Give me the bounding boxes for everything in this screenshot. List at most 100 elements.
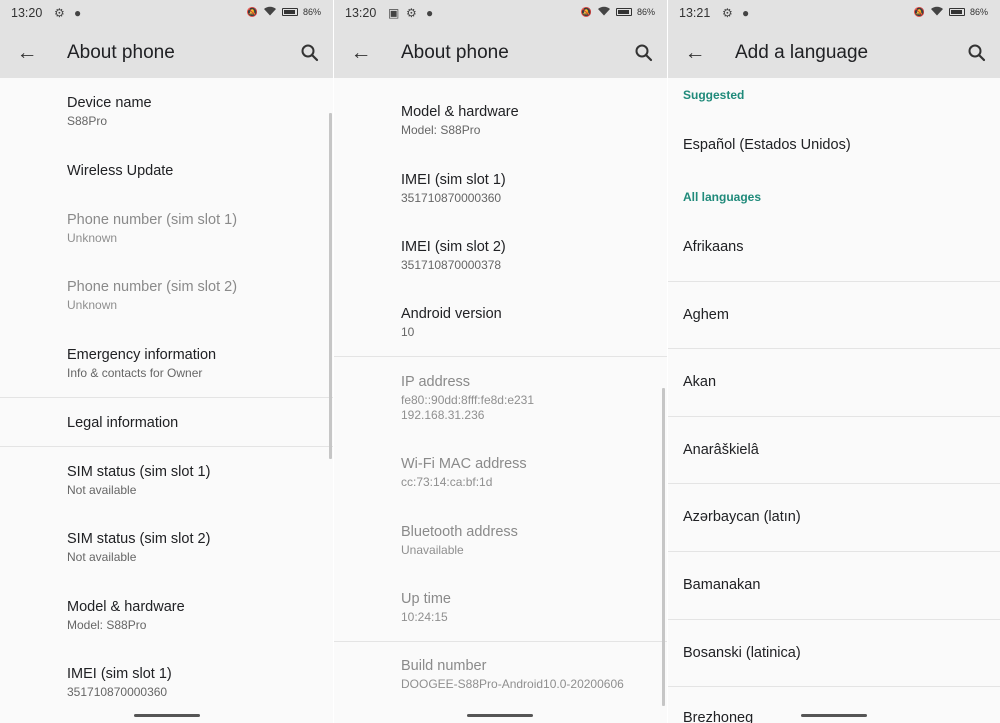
battery-percent: 86% — [636, 7, 655, 17]
up-time-item[interactable]: Up time 10:24:15 — [401, 590, 659, 625]
about-phone-screen-2: 13:20 ▣ ⚙ ● 🔕 86% ← About phone Model & … — [334, 0, 667, 723]
item-title: Up time — [401, 591, 451, 607]
language-item-suggested[interactable]: Español (Estados Unidos) — [683, 137, 851, 153]
gesture-handle[interactable] — [467, 714, 533, 717]
model-hardware-item[interactable]: Model & hardware Model: S88Pro — [401, 103, 659, 138]
imei-sim1-item[interactable]: IMEI (sim slot 1) 351710870000360 — [401, 171, 659, 206]
item-summary: fe80::90dd:8fff:fe8d:e231 — [401, 393, 535, 407]
language-item[interactable]: Brezhoneg — [683, 710, 753, 723]
image-icon: ▣ — [388, 6, 400, 20]
language-item[interactable]: Afrikaans — [683, 239, 743, 255]
battery-icon — [615, 8, 632, 16]
legal-information-item[interactable]: Legal information — [67, 414, 325, 432]
item-summary: 10 — [401, 325, 415, 339]
gesture-handle[interactable] — [134, 714, 200, 717]
item-summary: Model: S88Pro — [401, 123, 481, 137]
divider — [0, 446, 333, 447]
build-number-item[interactable]: Build number DOOGEE-S88Pro-Android10.0-2… — [401, 657, 659, 692]
alarm-off-icon: 🔕 — [913, 6, 925, 17]
sim-status-sim2-item[interactable]: SIM status (sim slot 2) Not available — [67, 530, 325, 565]
settings-gear-icon: ⚙ — [722, 6, 733, 20]
item-title: SIM status (sim slot 2) — [67, 531, 211, 547]
item-title: Model & hardware — [401, 104, 519, 120]
search-icon[interactable] — [297, 40, 323, 66]
language-item[interactable]: Bamanakan — [683, 577, 760, 593]
wireless-update-item[interactable]: Wireless Update — [67, 162, 325, 180]
phone-number-sim2-item[interactable]: Phone number (sim slot 2) Unknown — [67, 278, 325, 313]
item-title: Wi-Fi MAC address — [401, 456, 527, 472]
item-title: Wireless Update — [67, 163, 174, 179]
gesture-handle[interactable] — [801, 714, 867, 717]
back-arrow-icon[interactable]: ← — [682, 40, 708, 66]
sim-status-sim1-item[interactable]: SIM status (sim slot 1) Not available — [67, 463, 325, 498]
item-title: IMEI (sim slot 1) — [401, 172, 506, 188]
item-title: Bluetooth address — [401, 524, 518, 540]
wifi-mac-address-item[interactable]: Wi-Fi MAC address cc:73:14:ca:bf:1d — [401, 455, 659, 490]
item-summary: Info & contacts for Owner — [67, 366, 203, 380]
item-summary: 351710870000378 — [401, 258, 502, 272]
item-title: Device name — [67, 95, 152, 111]
language-item[interactable]: Aghem — [683, 307, 729, 323]
item-summary: 351710870000360 — [67, 685, 168, 699]
item-title: Legal information — [67, 415, 179, 431]
back-arrow-icon[interactable]: ← — [14, 40, 40, 66]
notification-dot-icon: ● — [74, 6, 82, 20]
status-time: 13:21 — [679, 6, 711, 20]
language-item[interactable]: Akan — [683, 374, 716, 390]
imei-sim1-item[interactable]: IMEI (sim slot 1) 351710870000360 — [67, 665, 325, 700]
battery-icon — [281, 8, 298, 16]
divider — [668, 551, 1000, 552]
scrollbar[interactable] — [662, 388, 665, 706]
phone-number-sim1-item[interactable]: Phone number (sim slot 1) Unknown — [67, 211, 325, 246]
item-title: SIM status (sim slot 1) — [67, 464, 211, 480]
divider — [668, 686, 1000, 687]
search-icon[interactable] — [964, 40, 990, 66]
settings-gear-icon: ⚙ — [54, 6, 65, 20]
battery-icon — [948, 8, 965, 16]
item-summary: 10:24:15 — [401, 610, 448, 624]
bluetooth-address-item[interactable]: Bluetooth address Unavailable — [401, 523, 659, 558]
item-title: Phone number (sim slot 2) — [67, 279, 238, 295]
status-time: 13:20 — [345, 6, 377, 20]
language-item[interactable]: Bosanski (latinica) — [683, 645, 801, 661]
suggested-header: Suggested — [683, 88, 745, 102]
settings-list: Device name S88Pro Wireless Update Phone… — [0, 78, 333, 723]
back-arrow-icon[interactable]: ← — [348, 40, 374, 66]
item-summary: Not available — [67, 550, 137, 564]
page-title: Add a language — [735, 42, 869, 63]
wifi-icon — [263, 6, 277, 18]
item-title: Build number — [401, 658, 487, 674]
language-list: Suggested Español (Estados Unidos) All l… — [668, 78, 1000, 723]
emergency-information-item[interactable]: Emergency information Info & contacts fo… — [67, 346, 325, 381]
status-time: 13:20 — [11, 6, 43, 20]
imei-sim2-item[interactable]: IMEI (sim slot 2) 351710870000378 — [401, 238, 659, 273]
item-summary: Not available — [67, 483, 137, 497]
item-summary: Unknown — [67, 231, 118, 245]
item-summary: Model: S88Pro — [67, 618, 147, 632]
status-bar: 13:21 ⚙ ● 🔕 86% — [668, 0, 1000, 28]
alarm-off-icon: 🔕 — [580, 6, 592, 17]
divider — [334, 641, 667, 642]
model-hardware-item[interactable]: Model & hardware Model: S88Pro — [67, 598, 325, 633]
page-title: About phone — [67, 42, 175, 63]
item-title: Android version — [401, 306, 502, 322]
language-item[interactable]: Azərbaycan (latın) — [683, 509, 801, 525]
screenshot-collage: 13:20 ⚙ ● 🔕 86% ← About phone Device nam… — [0, 0, 1000, 723]
item-title: Model & hardware — [67, 599, 185, 615]
battery-percent: 86% — [302, 7, 321, 17]
device-name-item[interactable]: Device name S88Pro — [67, 94, 325, 129]
android-version-item[interactable]: Android version 10 — [401, 305, 659, 340]
all-languages-header: All languages — [683, 190, 762, 204]
app-bar: ← About phone — [0, 28, 333, 78]
alarm-off-icon: 🔕 — [246, 6, 258, 17]
search-icon[interactable] — [631, 40, 657, 66]
item-title: Phone number (sim slot 1) — [67, 212, 238, 228]
divider — [668, 348, 1000, 349]
item-title: IMEI (sim slot 2) — [401, 239, 506, 255]
item-title: IP address — [401, 374, 471, 390]
scrollbar[interactable] — [329, 113, 332, 459]
item-summary-line-2: 192.168.31.236 — [401, 408, 485, 422]
divider — [668, 281, 1000, 282]
ip-address-item[interactable]: IP address fe80::90dd:8fff:fe8d:e231 192… — [401, 373, 659, 423]
language-item[interactable]: Anarâškielâ — [683, 442, 759, 458]
